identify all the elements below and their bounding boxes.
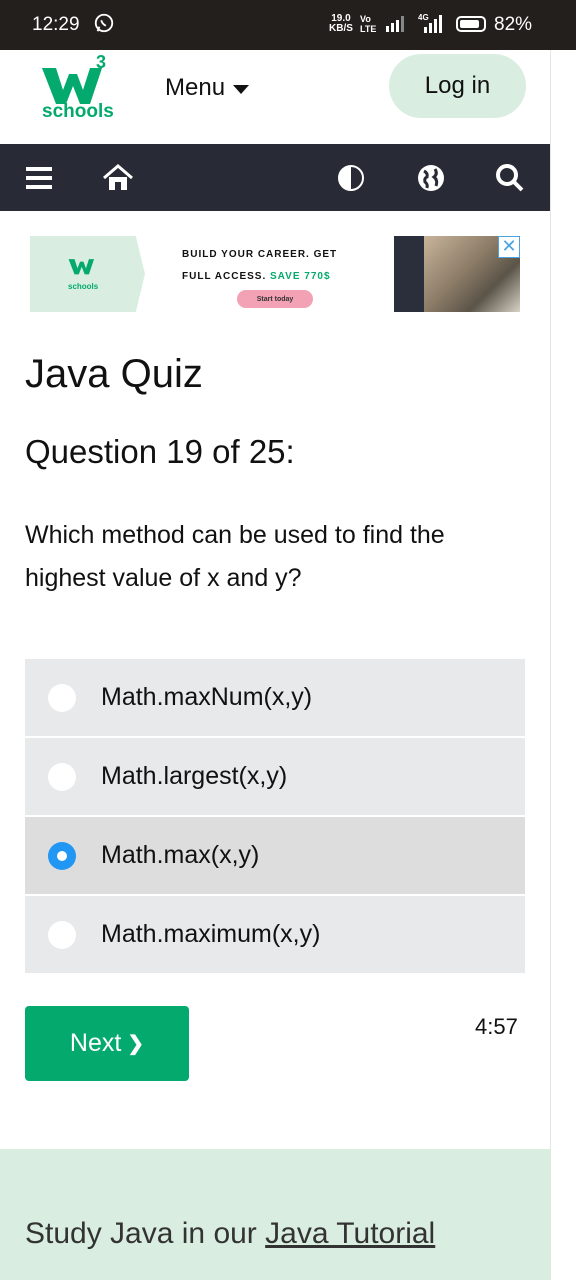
answer-options: Math.maxNum(x,y) Math.largest(x,y) Math.… — [25, 659, 525, 975]
scroll-edge — [550, 50, 576, 1280]
status-bar: 12:29 19.0 KB/S Vo LTE 4G 82% — [0, 0, 576, 50]
option-label: Math.max(x,y) — [101, 841, 260, 869]
svg-text:4G: 4G — [418, 13, 429, 22]
contrast-icon[interactable] — [335, 162, 367, 194]
top-navbar — [0, 144, 552, 211]
radio-button[interactable] — [48, 920, 76, 949]
menu-icon[interactable] — [24, 162, 56, 194]
ad-cta-button[interactable]: Start today — [237, 290, 313, 308]
radio-button-checked[interactable] — [48, 841, 76, 870]
chevron-right-icon: ❯ — [127, 1033, 145, 1055]
site-header: 3 schools Menu Log in — [0, 50, 552, 144]
answer-option[interactable]: Math.largest(x,y) — [25, 738, 525, 815]
promo-text: Study Java in our Java Tutorial — [25, 1217, 436, 1250]
answer-option[interactable]: Math.maximum(x,y) — [25, 896, 525, 973]
option-label: Math.maximum(x,y) — [101, 920, 321, 948]
option-label: Math.largest(x,y) — [101, 762, 288, 790]
page-title: Java Quiz — [25, 352, 203, 396]
quiz-timer: 4:57 — [475, 1014, 518, 1039]
logo-superscript: 3 — [96, 52, 107, 72]
ad-logo-panel: schools — [30, 236, 145, 312]
globe-icon[interactable] — [415, 162, 447, 194]
next-button[interactable]: Next ❯ — [25, 1006, 189, 1081]
java-tutorial-link[interactable]: Java Tutorial — [265, 1217, 435, 1250]
ad-headline: BUILD YOUR CAREER. GET FULL ACCESS. SAVE… — [182, 249, 338, 282]
battery-icon — [456, 16, 486, 32]
battery-percentage: 82% — [494, 14, 533, 35]
menu-dropdown[interactable]: Menu — [165, 74, 250, 102]
radio-button[interactable] — [48, 683, 76, 712]
ad-banner[interactable]: schools BUILD YOUR CAREER. GET FULL ACCE… — [30, 236, 520, 312]
ad-close-icon[interactable]: ✕ — [498, 236, 520, 258]
answer-option[interactable]: Math.maxNum(x,y) — [25, 659, 525, 736]
caret-down-icon — [233, 85, 250, 94]
home-icon[interactable] — [102, 162, 134, 194]
login-button[interactable]: Log in — [389, 54, 526, 118]
network-speed: 19.0 KB/S — [329, 13, 353, 34]
option-label: Math.maxNum(x,y) — [101, 683, 313, 711]
ad-logo-icon — [68, 259, 95, 275]
radio-button[interactable] — [48, 762, 76, 791]
signal-4g-icon: 4G — [418, 13, 442, 33]
next-label: Next — [69, 1029, 122, 1057]
tutorial-promo: Study Java in our Java Tutorial — [0, 1149, 550, 1280]
answer-option-selected[interactable]: Math.max(x,y) — [25, 817, 525, 894]
menu-label: Menu — [165, 74, 226, 101]
volte-indicator: Vo LTE — [360, 14, 377, 34]
whatsapp-icon — [94, 13, 114, 33]
logo-text: schools — [42, 101, 114, 122]
signal-icon — [386, 16, 404, 32]
search-icon[interactable] — [494, 162, 526, 194]
question-text: Which method can be used to find the hig… — [25, 521, 445, 592]
status-time: 12:29 — [32, 14, 80, 35]
question-counter: Question 19 of 25: — [25, 433, 295, 470]
ad-logo-text: schools — [68, 282, 99, 291]
